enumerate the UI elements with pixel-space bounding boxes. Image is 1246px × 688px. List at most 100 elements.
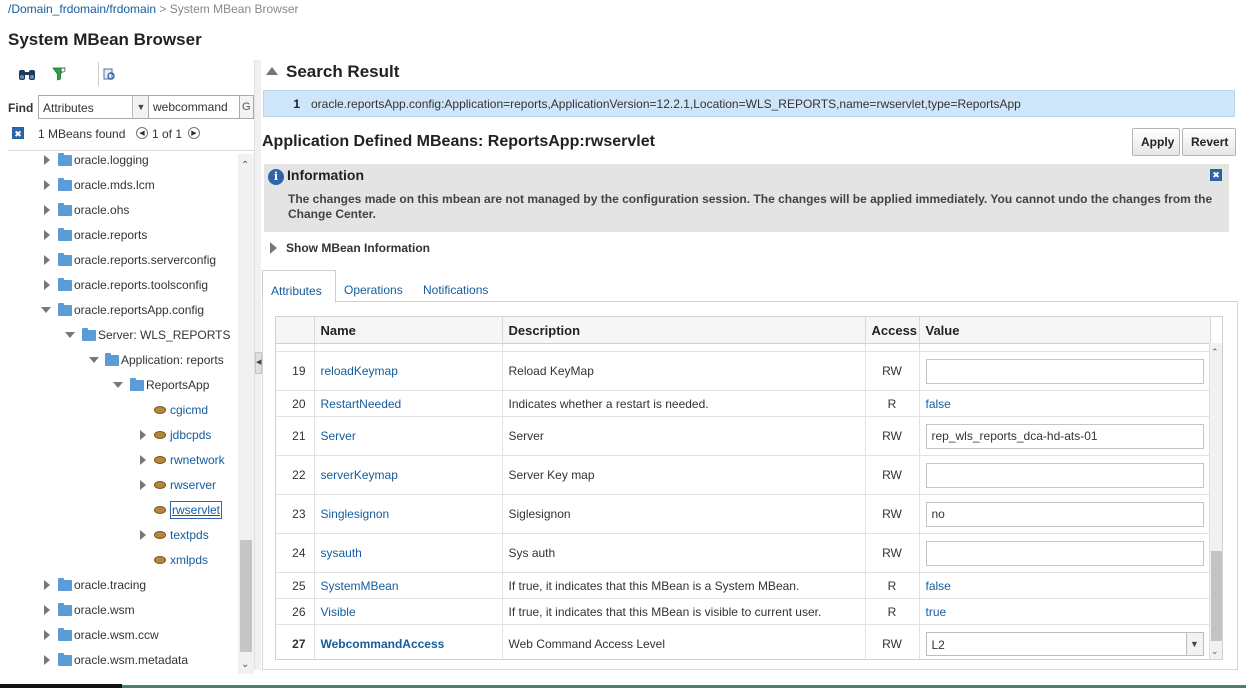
scrollbar-thumb[interactable] [1211, 551, 1222, 641]
revert-button[interactable]: Revert [1182, 128, 1236, 156]
column-header-name[interactable]: Name [314, 317, 503, 344]
attribute-value-input[interactable] [925, 462, 1204, 488]
table-row[interactable]: 25 SystemMBean If true, it indicates tha… [276, 572, 1211, 599]
expand-icon[interactable] [140, 480, 146, 490]
find-input[interactable] [148, 95, 240, 119]
expand-icon[interactable] [44, 280, 50, 290]
previous-result-icon[interactable]: ◀ [136, 127, 148, 139]
attribute-value-input[interactable] [925, 501, 1204, 527]
collapse-icon[interactable] [65, 332, 75, 338]
find-type-select[interactable]: Attributes ▼ [38, 95, 150, 119]
table-row[interactable]: 23 Singlesignon Siglesignon RW [276, 494, 1211, 534]
tree-node[interactable]: oracle.reports.serverconfig [8, 250, 238, 270]
close-icon[interactable]: ✖ [12, 127, 24, 139]
collapse-section-icon[interactable] [266, 67, 278, 75]
expand-icon[interactable] [140, 530, 146, 540]
expand-icon[interactable] [44, 155, 50, 165]
expand-icon[interactable] [44, 230, 50, 240]
attribute-name-link[interactable]: Server [321, 429, 356, 443]
tab-notifications[interactable]: Notifications [415, 270, 496, 302]
table-row[interactable]: 21 Server Server RW [276, 416, 1211, 456]
tab-operations[interactable]: Operations [336, 270, 411, 302]
attribute-name-link[interactable]: reloadKeymap [321, 364, 398, 378]
access-level-select[interactable]: L2 ▼ [925, 631, 1204, 656]
attribute-value-input[interactable] [925, 358, 1204, 384]
collapse-icon[interactable] [41, 307, 51, 313]
expand-icon[interactable] [44, 655, 50, 665]
table-row[interactable]: 27 WebcommandAccess Web Command Access L… [276, 624, 1211, 659]
chevron-down-icon[interactable]: ▼ [132, 96, 149, 118]
expand-icon[interactable] [140, 430, 146, 440]
tree-node[interactable]: oracle.reports.toolsconfig [8, 275, 238, 295]
tree-node[interactable]: rwnetwork [8, 450, 238, 470]
expand-icon[interactable] [44, 180, 50, 190]
result-object-name[interactable]: oracle.reportsApp.config:Application=rep… [311, 97, 1021, 111]
tree-node[interactable]: Server: WLS_REPORTS [8, 325, 238, 345]
attribute-name-link[interactable]: serverKeymap [321, 468, 398, 482]
attribute-value-input[interactable] [925, 423, 1204, 449]
show-mbean-information-toggle[interactable]: Show MBean Information [270, 241, 430, 255]
collapse-icon[interactable] [89, 357, 99, 363]
attribute-value-input[interactable] [925, 540, 1204, 566]
tree-node[interactable]: cgicmd [8, 400, 238, 420]
attribute-name-link[interactable]: WebcommandAccess [321, 637, 445, 651]
tree-node[interactable]: oracle.logging [8, 152, 238, 170]
close-icon[interactable]: ✖ [1210, 169, 1222, 181]
attribute-name-link[interactable]: RestartNeeded [321, 397, 402, 411]
tree-node[interactable]: oracle.tracing [8, 575, 238, 595]
filter-icon[interactable] [50, 66, 68, 82]
scrollbar-thumb[interactable] [240, 540, 252, 652]
tab-attributes[interactable]: Attributes [262, 270, 336, 303]
tree-node[interactable]: oracle.mds.lcm [8, 175, 238, 195]
chevron-down-icon[interactable]: ⌄ [241, 659, 249, 670]
collapse-icon[interactable] [113, 382, 123, 388]
tree-node[interactable]: oracle.wsm.ccw [8, 625, 238, 645]
table-row[interactable]: 20 RestartNeeded Indicates whether a res… [276, 390, 1211, 417]
tree-node[interactable]: xmlpds [8, 550, 238, 570]
expand-icon[interactable] [44, 255, 50, 265]
find-go-button[interactable]: G [240, 95, 254, 119]
tree-node[interactable]: oracle.ohs [8, 200, 238, 220]
chevron-down-icon[interactable]: ▼ [1185, 632, 1203, 655]
tree-node[interactable]: textpds [8, 525, 238, 545]
binoculars-icon[interactable] [18, 66, 36, 82]
expand-icon[interactable] [44, 630, 50, 640]
table-row[interactable]: 19 reloadKeymap Reload KeyMap RW [276, 351, 1211, 391]
table-scrollbar[interactable]: ⌃ ⌄ [1209, 343, 1222, 659]
tree-node[interactable]: jdbcpds [8, 425, 238, 445]
tree-node[interactable]: oracle.reportsApp.config [8, 300, 238, 320]
table-row[interactable]: 22 serverKeymap Server Key map RW [276, 455, 1211, 495]
apply-button[interactable]: Apply [1132, 128, 1180, 156]
attribute-name-link[interactable]: SystemMBean [321, 579, 399, 593]
tree-node[interactable]: rwserver [8, 475, 238, 495]
search-result-header[interactable]: Search Result [266, 62, 399, 82]
column-header-value[interactable]: Value [919, 317, 1211, 344]
tree-scrollbar[interactable]: ⌃ ⌄ [238, 154, 254, 674]
expand-icon[interactable] [140, 455, 146, 465]
expand-icon[interactable] [44, 205, 50, 215]
search-result-row[interactable]: 1 oracle.reportsApp.config:Application=r… [263, 90, 1235, 117]
tree-node[interactable]: oracle.wsm.metadata [8, 650, 238, 670]
breadcrumb-domain-link[interactable]: /Domain_frdomain/frdomain [8, 2, 156, 16]
attribute-name-link[interactable]: sysauth [321, 546, 362, 560]
column-header-access[interactable]: Access [865, 317, 920, 344]
expand-icon[interactable] [44, 605, 50, 615]
tree-node[interactable]: oracle.wsm [8, 600, 238, 620]
tree-node[interactable]: Application: reports [8, 350, 238, 370]
column-header-description[interactable]: Description [502, 317, 866, 344]
tree-node[interactable]: ReportsApp [8, 375, 238, 395]
expand-icon[interactable] [270, 242, 277, 254]
refresh-icon[interactable] [100, 66, 118, 82]
tree-node[interactable]: oracle.reports [8, 225, 238, 245]
table-row[interactable]: 24 sysauth Sys auth RW [276, 533, 1211, 573]
collapse-panel-icon[interactable]: ◀ [255, 352, 262, 374]
chevron-down-icon[interactable]: ⌄ [1211, 646, 1219, 657]
next-result-icon[interactable]: ▶ [188, 127, 200, 139]
attribute-name-link[interactable]: Singlesignon [321, 507, 390, 521]
tree-node-selected[interactable]: rwservlet [8, 500, 238, 520]
chevron-up-icon[interactable]: ⌃ [1211, 347, 1219, 358]
attribute-name-link[interactable]: Visible [321, 605, 356, 619]
chevron-up-icon[interactable]: ⌃ [241, 160, 249, 171]
expand-icon[interactable] [44, 580, 50, 590]
table-row[interactable]: 26 Visible If true, it indicates that th… [276, 598, 1211, 625]
